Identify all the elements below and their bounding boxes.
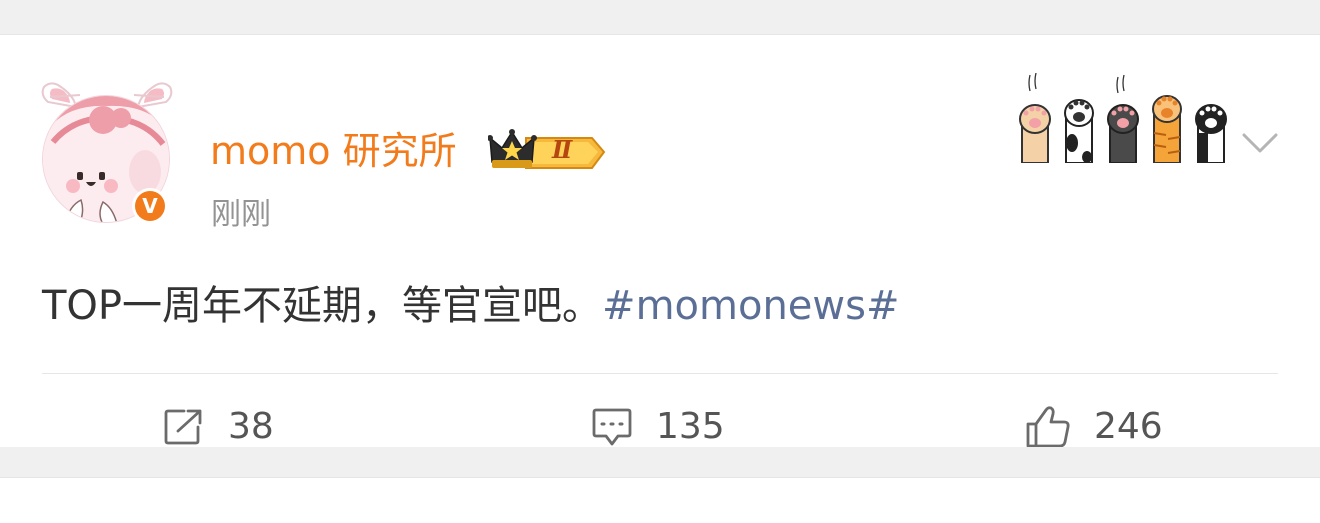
repost-count: 38 bbox=[228, 406, 274, 447]
verified-mark: V bbox=[135, 191, 165, 221]
next-card-edge bbox=[0, 478, 1320, 523]
comment-count: 135 bbox=[656, 406, 725, 447]
repost-icon bbox=[164, 409, 202, 445]
post-timestamp: 刚刚 bbox=[211, 197, 271, 232]
vip-badge[interactable]: Ⅱ bbox=[488, 128, 606, 172]
cat-paws-icon bbox=[1019, 73, 1227, 163]
avatar[interactable]: V bbox=[32, 55, 182, 230]
crown-icon bbox=[488, 129, 606, 169]
post-card[interactable]: V momo 研究所 Ⅱ 刚刚 TOP一周年不延期，等官宣吧。#momonews… bbox=[0, 35, 1320, 448]
like-count: 246 bbox=[1094, 406, 1163, 447]
action-divider bbox=[42, 373, 1278, 374]
author-name[interactable]: momo 研究所 bbox=[210, 127, 457, 175]
vip-level: Ⅱ bbox=[552, 135, 573, 164]
like-button[interactable]: 246 bbox=[1024, 401, 1163, 453]
thumbs-up-icon bbox=[1026, 406, 1070, 448]
hashtag-link[interactable]: #momonews# bbox=[602, 283, 899, 329]
post-text: TOP一周年不延期，等官宣吧。#momonews# bbox=[42, 278, 899, 334]
comment-button[interactable]: 135 bbox=[590, 401, 725, 453]
verified-badge: V bbox=[132, 188, 168, 224]
feed-gap-top bbox=[0, 0, 1320, 35]
chevron-down-icon[interactable] bbox=[1240, 127, 1280, 157]
feed-gap-bottom bbox=[0, 447, 1320, 523]
repost-button[interactable]: 38 bbox=[162, 401, 274, 453]
post-body: TOP一周年不延期，等官宣吧。 bbox=[42, 283, 603, 329]
comment-icon bbox=[592, 408, 632, 446]
